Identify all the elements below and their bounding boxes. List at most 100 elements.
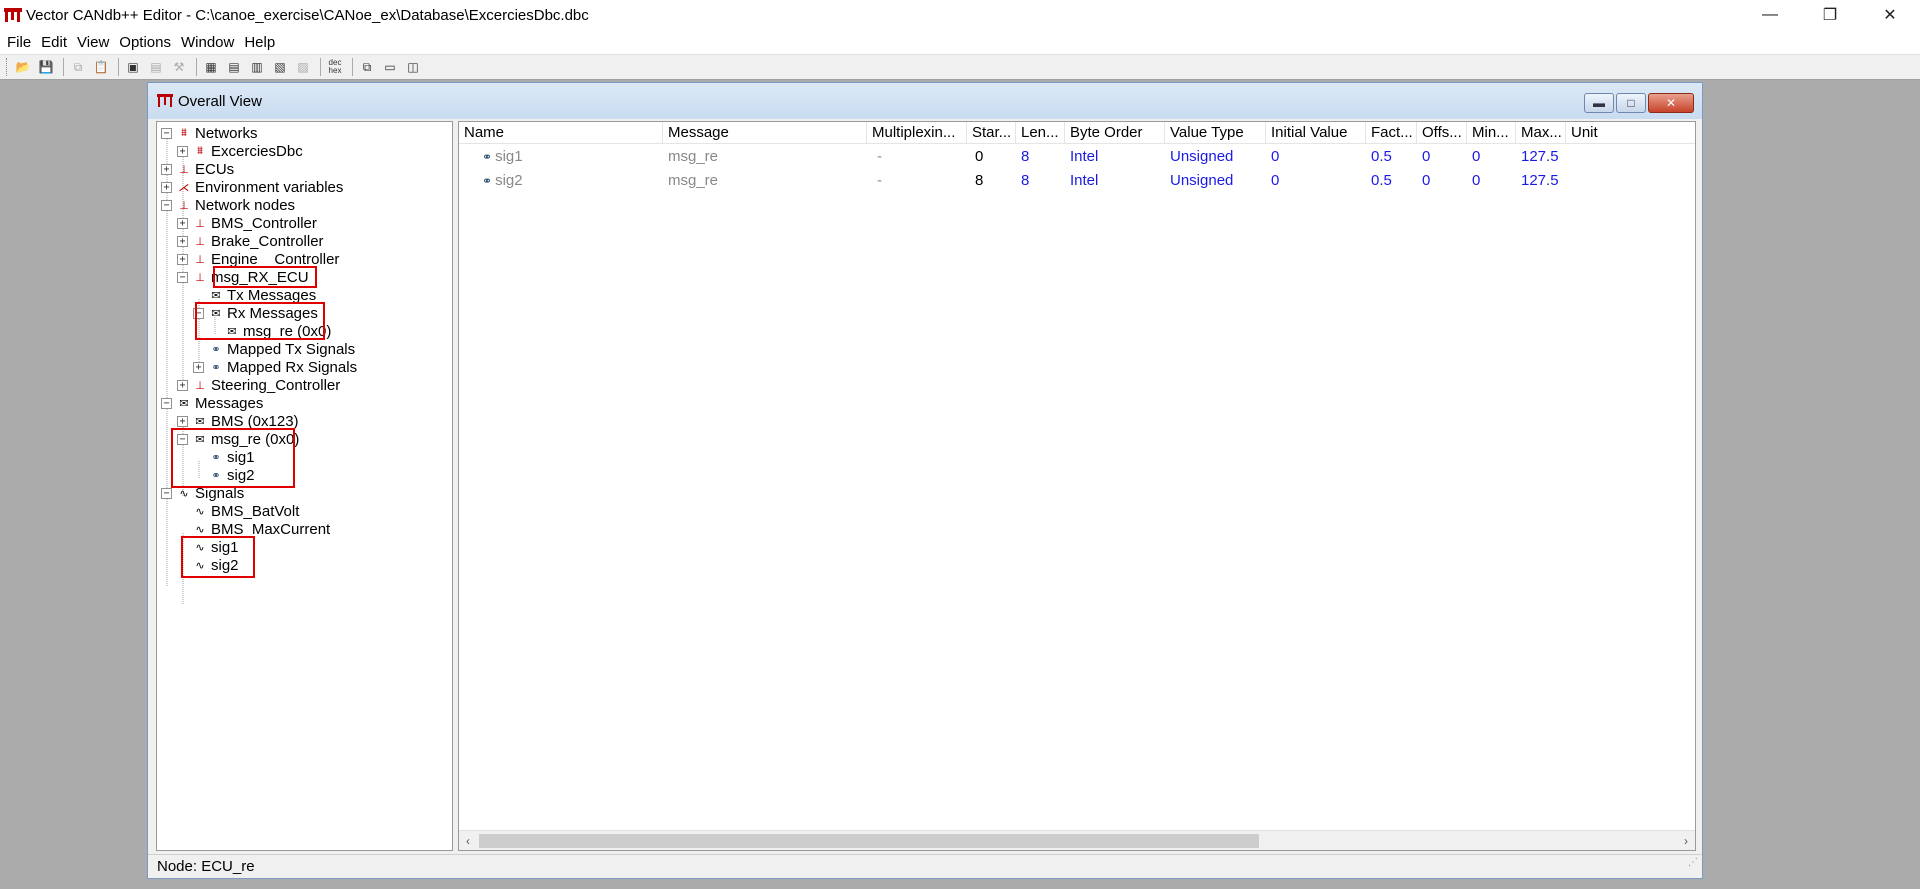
paste-icon[interactable]: 📋 (91, 57, 111, 77)
tree-node-label: Networks (195, 124, 258, 142)
cell-name-text: sig2 (495, 172, 523, 189)
tree-node-label: Messages (195, 394, 264, 412)
report-icon[interactable]: ▨ (293, 57, 313, 77)
column-header-start[interactable]: Star... (967, 122, 1016, 144)
tree-node-label: Signals (195, 484, 245, 502)
column-header-value-type[interactable]: Value Type (1165, 122, 1266, 144)
expand-icon[interactable]: + (177, 145, 188, 157)
column-header-unit[interactable]: Unit (1566, 122, 1695, 144)
collapse-icon[interactable]: − (161, 397, 172, 409)
overall-view-window: Overall View ▬ □ ✕ − ⩩ Networks + ⩩ Exce… (147, 82, 1703, 879)
cell-unit (1566, 169, 1695, 193)
menu-help[interactable]: Help (239, 34, 280, 51)
column-header-offset[interactable]: Offs... (1417, 122, 1467, 144)
collapse-icon[interactable]: − (177, 271, 188, 283)
tree-node-label: sig2 (211, 556, 239, 574)
overall-view-icon (156, 92, 174, 110)
resize-grip-icon[interactable]: ⋰ (1688, 851, 1698, 875)
tile-horizontal-icon[interactable]: ▭ (380, 57, 400, 77)
signal-grid[interactable]: Name Message Multiplexin... Star... Len.… (458, 121, 1696, 851)
tree-node-label: Mapped Rx Signals (227, 358, 358, 376)
signal-wave-icon: ∿ (179, 487, 189, 500)
mdi-window-controls: ▬ □ ✕ (1584, 93, 1694, 113)
expand-icon[interactable]: + (161, 181, 172, 193)
mdi-close-icon[interactable]: ✕ (1648, 93, 1694, 113)
table-row[interactable]: ⚭ sig1 msg_re - 0 8 Intel Unsigned 0 0.5 … (459, 145, 1695, 169)
column-header-byte-order[interactable]: Byte Order (1065, 122, 1165, 144)
expand-icon[interactable]: + (177, 217, 188, 229)
toolbar: 📂 💾 ⧉ 📋 ▣ ▤ ⚒ ▦ ▤ ▥ ▧ ▨ dec hex ⧉ ▭ ◫ (0, 54, 1920, 80)
tree-node-label: ECUs (195, 160, 235, 178)
mdi-minimize-icon[interactable]: ▬ (1584, 93, 1614, 113)
minimize-icon[interactable]: — (1740, 0, 1800, 30)
expand-icon[interactable]: + (193, 361, 204, 373)
table-row[interactable]: ⚭ sig2 msg_re - 8 8 Intel Unsigned 0 0.5 … (459, 169, 1695, 193)
properties-icon[interactable]: ▣ (123, 57, 143, 77)
tree-node-label: Steering_Controller (211, 376, 341, 394)
expand-icon[interactable]: + (177, 415, 188, 427)
tree-node-label: msg_RX_ECU (211, 268, 309, 286)
expand-icon[interactable]: + (177, 253, 188, 265)
message-icon: ✉ (211, 307, 221, 320)
collapse-icon[interactable]: − (161, 127, 172, 139)
column-header-length[interactable]: Len... (1016, 122, 1065, 144)
tool-icon[interactable]: ⚒ (169, 57, 189, 77)
expand-icon[interactable]: + (177, 235, 188, 247)
tree-node-signal-sig2[interactable]: ∿ sig2 (177, 554, 239, 576)
mapped-signal-icon: ⚭ (211, 343, 221, 356)
mdi-maximize-icon[interactable]: □ (1616, 93, 1646, 113)
toolbar-separator (320, 58, 321, 76)
scroll-left-icon[interactable]: ‹ (459, 831, 477, 850)
ecu-icon: ⊥ (179, 163, 189, 176)
menu-file[interactable]: File (2, 34, 36, 51)
column-header-max[interactable]: Max... (1516, 122, 1566, 144)
menu-edit[interactable]: Edit (36, 34, 72, 51)
collapse-icon[interactable]: − (193, 307, 204, 319)
cell-factor: 0.5 (1371, 172, 1392, 189)
tree-node-label: Environment variables (195, 178, 344, 196)
column-header-name[interactable]: Name (459, 122, 663, 144)
tile-vertical-icon[interactable]: ◫ (403, 57, 423, 77)
collapse-icon[interactable]: − (161, 199, 172, 211)
dec-hex-icon[interactable]: dec hex (325, 57, 345, 77)
close-icon[interactable]: ✕ (1860, 0, 1920, 30)
cell-multiplexing: - (877, 148, 882, 165)
toolbar-separator (63, 58, 64, 76)
horizontal-scrollbar[interactable]: ‹ › (459, 830, 1695, 850)
details-view-icon[interactable]: ▥ (247, 57, 267, 77)
column-header-message[interactable]: Message (663, 122, 867, 144)
restore-icon[interactable]: ❐ (1800, 0, 1860, 30)
table-view-icon[interactable]: ▦ (201, 57, 221, 77)
signal-wave-icon: ∿ (195, 523, 205, 536)
window-controls: — ❐ ✕ (1740, 0, 1920, 30)
message-icon: ✉ (179, 397, 189, 410)
collapse-icon[interactable]: − (161, 487, 172, 499)
overall-view-titlebar[interactable]: Overall View ▬ □ ✕ (148, 83, 1702, 119)
scroll-right-icon[interactable]: › (1677, 831, 1695, 850)
grid-view-icon[interactable]: ▧ (270, 57, 290, 77)
menu-view[interactable]: View (72, 34, 114, 51)
column-header-min[interactable]: Min... (1467, 122, 1516, 144)
column-header-factor[interactable]: Fact... (1366, 122, 1417, 144)
tree-node-label: Tx Messages (227, 286, 317, 304)
list-view-icon[interactable]: ▤ (224, 57, 244, 77)
expand-icon[interactable]: + (161, 163, 172, 175)
toolbar-separator (118, 58, 119, 76)
menu-window[interactable]: Window (176, 34, 239, 51)
menu-options[interactable]: Options (114, 34, 176, 51)
expand-icon[interactable]: + (177, 379, 188, 391)
object-tree[interactable]: − ⩩ Networks + ⩩ ExcerciesDbc + ⊥ ECUs +… (156, 121, 453, 851)
save-icon[interactable]: 💾 (36, 57, 56, 77)
column-header-initial-value[interactable]: Initial Value (1266, 122, 1366, 144)
toolbar-grip[interactable] (6, 58, 9, 76)
collapse-icon[interactable]: − (177, 433, 188, 445)
cascade-windows-icon[interactable]: ⧉ (357, 57, 377, 77)
column-header-multiplexing[interactable]: Multiplexin... (867, 122, 967, 144)
copy-icon[interactable]: ⧉ (68, 57, 88, 77)
tree-node-label: Rx Messages (227, 304, 318, 322)
scrollbar-thumb[interactable] (479, 834, 1259, 848)
open-folder-icon[interactable]: 📂 (13, 57, 33, 77)
node-icon: ⊥ (195, 253, 205, 266)
cell-value-type: Unsigned (1170, 172, 1234, 189)
new-object-icon[interactable]: ▤ (146, 57, 166, 77)
